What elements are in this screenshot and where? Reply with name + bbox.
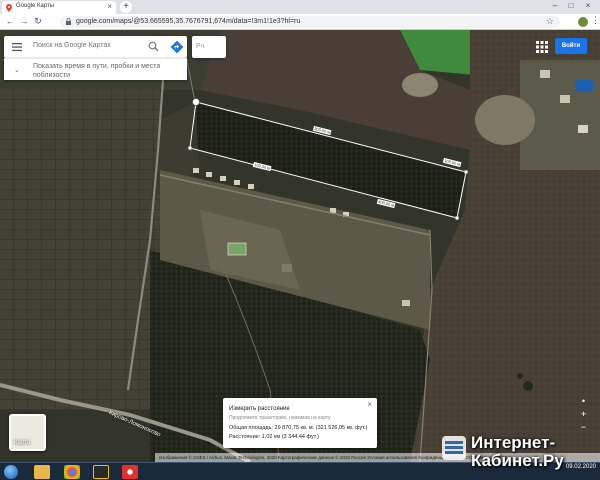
forward-icon[interactable]: → [19,16,29,26]
watermark: Интернет- Кабинет.Ру [441,433,598,478]
app-icon[interactable] [93,465,109,479]
measure-vertex[interactable] [463,169,469,175]
measure-vertex[interactable] [454,215,460,221]
suggestion-text: Показать время в пути, пробки и места по… [33,63,161,79]
language-button[interactable]: Рч [192,36,226,58]
measure-distance-card: Измерить расстояние × Продолжите траекто… [223,398,377,448]
apps-grid-icon[interactable] [536,41,548,53]
layer-label: Карта [14,440,31,446]
bookmark-star-icon[interactable]: ☆ [546,16,554,27]
start-button[interactable] [4,465,18,479]
measure-hint: Продолжите траекторию, нажимая на карту [229,415,331,421]
measure-total-area: Общая площадь: 29 870,75 кв. м. (321 526… [229,425,368,431]
maximize-button[interactable]: □ [565,1,577,10]
browser-menu-icon[interactable]: ⋮ [591,15,600,26]
chrome-icon[interactable] [64,465,80,479]
sign-in-button[interactable]: Войти [555,38,587,54]
chevron-down-icon: ⌄ [14,67,20,74]
measure-title: Измерить расстояние [229,406,290,412]
watermark-line-1: Интернет- [471,433,556,452]
measure-close-button[interactable]: × [367,400,372,409]
maps-pin-icon [6,4,12,12]
watermark-logo-icon [442,436,466,460]
search-icon[interactable] [148,41,159,52]
close-window-button[interactable]: × [582,1,594,10]
search-box [4,36,187,58]
zoom-in-button[interactable]: + [577,408,590,421]
back-icon[interactable]: ← [5,16,15,26]
opera-icon[interactable] [122,465,138,479]
directions-icon[interactable] [170,40,184,54]
map-layer-toggle[interactable]: Карта [9,414,46,451]
search-input[interactable] [33,42,143,49]
minimize-button[interactable]: – [549,1,561,10]
measure-start-point[interactable] [192,98,200,106]
tab-close-button[interactable]: × [107,2,112,11]
directions-suggestion[interactable]: ⌄ Показать время в пути, пробки и места … [4,58,187,80]
file-explorer-icon[interactable] [34,465,50,479]
url-field[interactable]: google.com/maps/@53.665595,35.7676791,67… [60,16,560,28]
tab-google-maps[interactable]: Google Карты × [2,1,116,14]
tab-title: Google Карты [16,3,55,9]
reload-icon[interactable]: ↻ [33,16,43,27]
lock-icon [66,18,71,25]
url-text: google.com/maps/@53.665595,35.7676791,67… [76,18,301,25]
address-bar: ← → ↻ google.com/maps/@53.665595,35.7676… [0,14,600,30]
watermark-line-2: Кабинет.Ру [471,451,564,470]
measure-distance: Расстояние: 1,02 км (3 344,44 фут.) [229,434,319,440]
pegman-icon[interactable]: • [577,395,590,408]
profile-avatar[interactable] [578,17,588,27]
new-tab-button[interactable]: + [120,1,132,13]
measure-vertex[interactable] [187,145,193,151]
tab-strip: Google Карты × + – □ × [0,0,600,14]
menu-icon[interactable] [12,42,22,52]
